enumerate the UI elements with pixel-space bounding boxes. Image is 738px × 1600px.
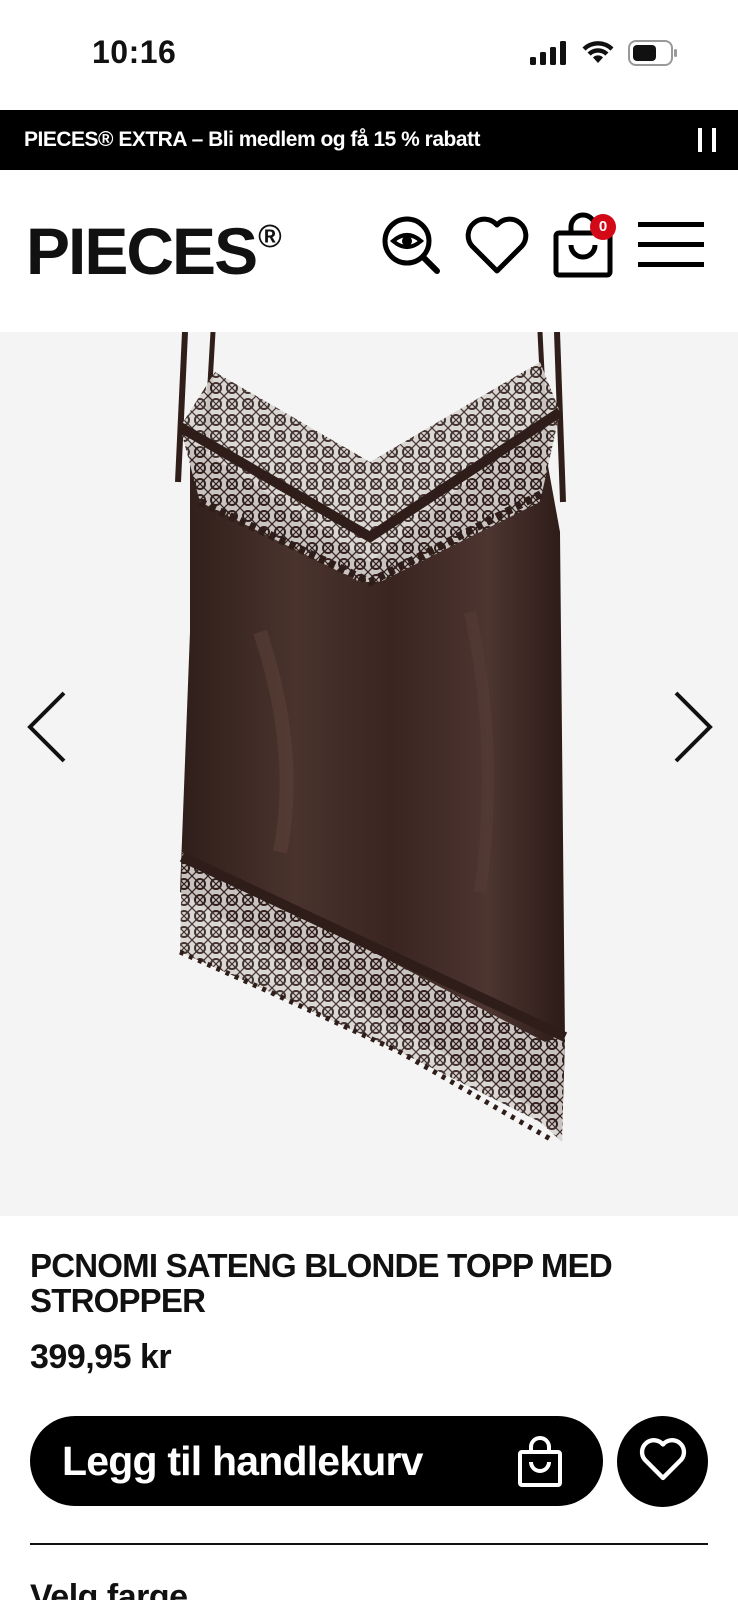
choose-color-label: Velg farge <box>30 1578 188 1600</box>
status-icons <box>530 40 678 71</box>
next-image-button[interactable] <box>664 682 724 772</box>
product-image-gallery[interactable] <box>0 332 738 1216</box>
brand-logo[interactable]: PIECES® <box>26 218 282 284</box>
heart-icon <box>639 1437 687 1486</box>
promo-banner[interactable]: PIECES® EXTRA – Bli medlem og få 15 % ra… <box>0 110 738 170</box>
menu-icon[interactable] <box>636 210 706 280</box>
status-bar: 10:16 <box>0 0 738 110</box>
search-icon[interactable] <box>376 210 446 280</box>
site-header: PIECES® 0 <box>0 170 738 332</box>
lace-camisole-product-image <box>175 332 568 1143</box>
add-to-cart-button[interactable]: Legg til handlekurv <box>30 1416 603 1506</box>
product-price: 399,95 kr <box>30 1338 172 1376</box>
shopping-bag-icon[interactable]: 0 <box>548 210 618 280</box>
product-title: PCNOMI SATENG BLONDE TOPP MED STROPPER <box>30 1247 613 1320</box>
section-divider <box>30 1543 708 1545</box>
cart-count-badge: 0 <box>590 214 616 240</box>
status-time: 10:16 <box>92 34 177 70</box>
previous-image-button[interactable] <box>16 682 76 772</box>
wishlist-heart-icon[interactable] <box>462 210 532 280</box>
shopping-bag-icon <box>517 1436 563 1493</box>
add-to-wishlist-button[interactable] <box>617 1416 708 1507</box>
cellular-signal-icon <box>530 41 568 70</box>
promo-text: PIECES® EXTRA – Bli medlem og få 15 % ra… <box>24 128 481 151</box>
wifi-icon <box>582 41 614 70</box>
pause-icon[interactable] <box>698 128 716 152</box>
add-to-cart-label: Legg til handlekurv <box>62 1437 423 1484</box>
battery-icon <box>628 40 678 71</box>
